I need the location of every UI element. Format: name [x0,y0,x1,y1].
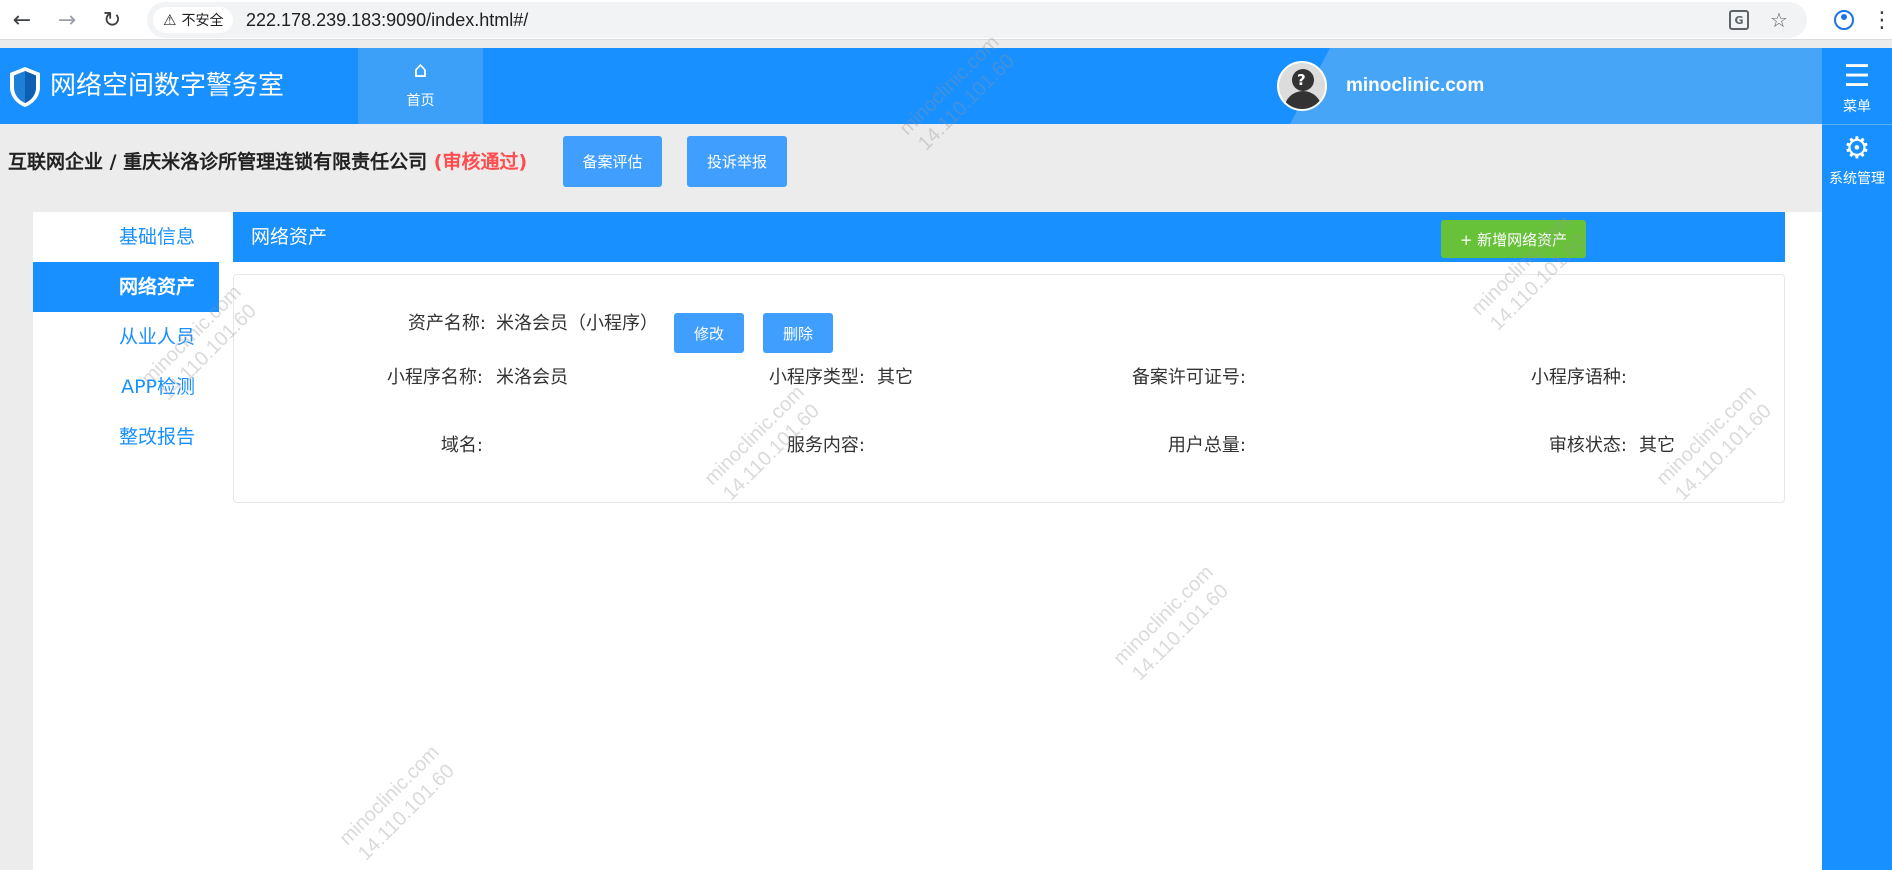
asset-name-label: 资产名称: [407,313,486,334]
profile-icon[interactable] [1828,4,1860,36]
menu-toggle-button[interactable]: ☰ 菜单 [1822,58,1892,116]
menu-label: 菜单 [1843,99,1871,115]
browser-toolbar: ← → ↻ ⚠ 不安全 222.178.239.183:9090/index.h… [0,0,1892,40]
forward-arrow-icon[interactable]: → [51,4,83,36]
home-icon: ⌂ [413,58,428,83]
miniapp-name-value: 米洛会员 [496,367,568,388]
panel-header: 网络资产 + 新增网络资产 [233,212,1785,262]
domain-label: 域名: [440,435,483,456]
side-menu-item-app-check[interactable]: APP检测 [33,362,219,412]
user-avatar[interactable]: ? [1277,61,1327,111]
add-network-asset-button[interactable]: + 新增网络资产 [1441,220,1586,258]
review-status-value: 其它 [1639,435,1675,456]
browser-menu-icon[interactable]: ⋮ [1871,4,1892,36]
asset-card: 资产名称: 米洛会员（小程序） 修改 删除 小程序名称: 米洛会员 小程序类型:… [233,274,1785,503]
main-content: 网络资产 + 新增网络资产 资产名称: 米洛会员（小程序） 修改 删除 小程序名… [219,212,1822,870]
panel-title: 网络资产 [251,226,328,248]
username[interactable]: minoclinic.com [1346,48,1484,124]
side-menu-item-basic-info[interactable]: 基础信息 [33,212,219,262]
miniapp-language-label: 小程序语种: [1530,367,1627,388]
asset-name-value: 米洛会员（小程序） [496,313,658,334]
company-breadcrumb: 互联网企业 / 重庆米洛诊所管理连锁有限责任公司 (审核通过) [8,147,527,174]
shield-logo-icon [10,67,40,107]
list-menu-icon: ☰ [1843,59,1871,94]
delete-button[interactable]: 删除 [763,313,833,353]
security-label: 不安全 [181,13,224,29]
miniapp-name-label: 小程序名称: [386,367,483,388]
reload-icon[interactable]: ↻ [96,4,128,36]
system-management-button[interactable]: ⚙ 系统管理 [1822,130,1892,188]
company-path: 互联网企业 / 重庆米洛诊所管理连锁有限责任公司 [8,151,428,173]
side-menu-item-network-assets[interactable]: 网络资产 [33,262,219,312]
total-users-label: 用户总量: [1167,435,1246,456]
bookmark-star-icon[interactable]: ☆ [1765,6,1793,34]
miniapp-type-label: 小程序类型: [768,367,865,388]
complaint-report-button[interactable]: 投诉举报 [687,136,787,187]
app-title: 网络空间数字警务室 [50,71,285,101]
right-sidebar: ☰ 菜单 ⚙ 系统管理 [1822,48,1892,870]
warning-triangle-icon: ⚠ [163,11,177,29]
security-chip[interactable]: ⚠ 不安全 [153,7,234,33]
side-menu-item-rectification-report[interactable]: 整改报告 [33,412,219,462]
review-status-badge: (审核通过) [433,151,528,173]
nav-tab-home[interactable]: ⌂ 首页 [358,48,483,124]
home-tab-label: 首页 [406,93,435,109]
service-content-label: 服务内容: [786,435,865,456]
app-header: 网络空间数字警务室 ⌂ 首页 ? minoclinic.com [0,48,1822,124]
miniapp-type-value: 其它 [877,367,913,388]
url-text[interactable]: 222.178.239.183:9090/index.html#/ [246,2,528,38]
edit-button[interactable]: 修改 [674,313,744,353]
side-menu-item-staff[interactable]: 从业人员 [33,312,219,362]
side-menu: 基础信息 网络资产 从业人员 APP检测 整改报告 [33,212,219,870]
review-status-label: 审核状态: [1548,435,1627,456]
license-number-label: 备案许可证号: [1131,367,1246,388]
right-bar-divider [1822,124,1892,125]
gear-icon: ⚙ [1843,131,1871,166]
address-bar[interactable]: ⚠ 不安全 222.178.239.183:9090/index.html#/ … [147,2,1807,38]
system-management-label: 系统管理 [1829,171,1885,187]
translate-icon[interactable]: G [1725,6,1753,34]
filing-evaluation-button[interactable]: 备案评估 [563,136,662,187]
back-arrow-icon[interactable]: ← [6,4,38,36]
